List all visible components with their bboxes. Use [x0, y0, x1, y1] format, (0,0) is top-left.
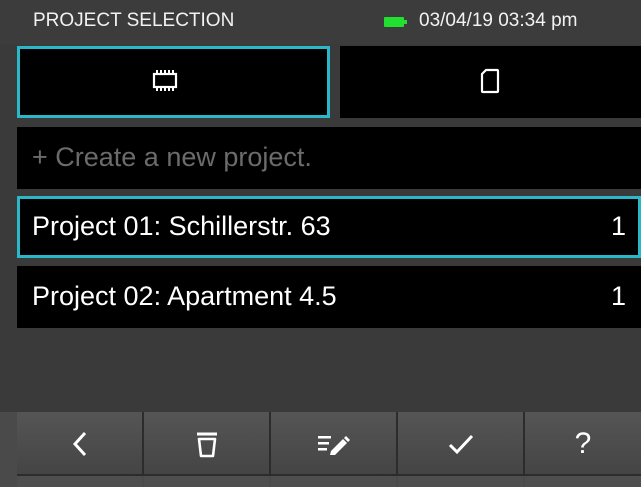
tab-internal-memory[interactable] [17, 46, 330, 118]
back-button[interactable] [17, 412, 144, 487]
status-datetime: 03/04/19 03:34 pm [419, 10, 578, 31]
create-project-label: + Create a new project. [32, 142, 312, 172]
project-list-item[interactable]: Project 02: Apartment 4.5 1 [17, 266, 641, 328]
edit-button[interactable] [271, 412, 398, 487]
create-project-item[interactable]: + Create a new project. [17, 127, 641, 189]
project-list-item[interactable]: Project 01: Schillerstr. 63 1 [17, 196, 641, 258]
delete-button[interactable] [144, 412, 271, 487]
screen-title: PROJECT SELECTION [33, 10, 235, 31]
back-chevron-icon [72, 431, 86, 457]
project-name: Project 02: Apartment 4.5 [32, 281, 337, 311]
status-bar: PROJECT SELECTION 03/04/19 03:34 pm [0, 0, 641, 44]
trash-icon [196, 432, 217, 458]
project-count: 1 [610, 211, 626, 241]
help-icon: ? [574, 427, 592, 460]
project-selection-screen: PROJECT SELECTION 03/04/19 03:34 pm + Cr… [0, 0, 641, 487]
memory-chip-icon [152, 70, 178, 91]
confirm-button[interactable] [398, 412, 525, 487]
project-name: Project 01: Schillerstr. 63 [32, 211, 331, 241]
edit-list-icon [317, 436, 350, 455]
checkmark-icon [448, 434, 473, 455]
battery-icon [384, 17, 407, 27]
tab-sd-card[interactable] [340, 46, 641, 118]
sd-card-icon [480, 68, 500, 94]
bottom-toolbar: ? [0, 412, 641, 487]
help-button[interactable]: ? [525, 412, 641, 487]
project-count: 1 [610, 281, 626, 311]
